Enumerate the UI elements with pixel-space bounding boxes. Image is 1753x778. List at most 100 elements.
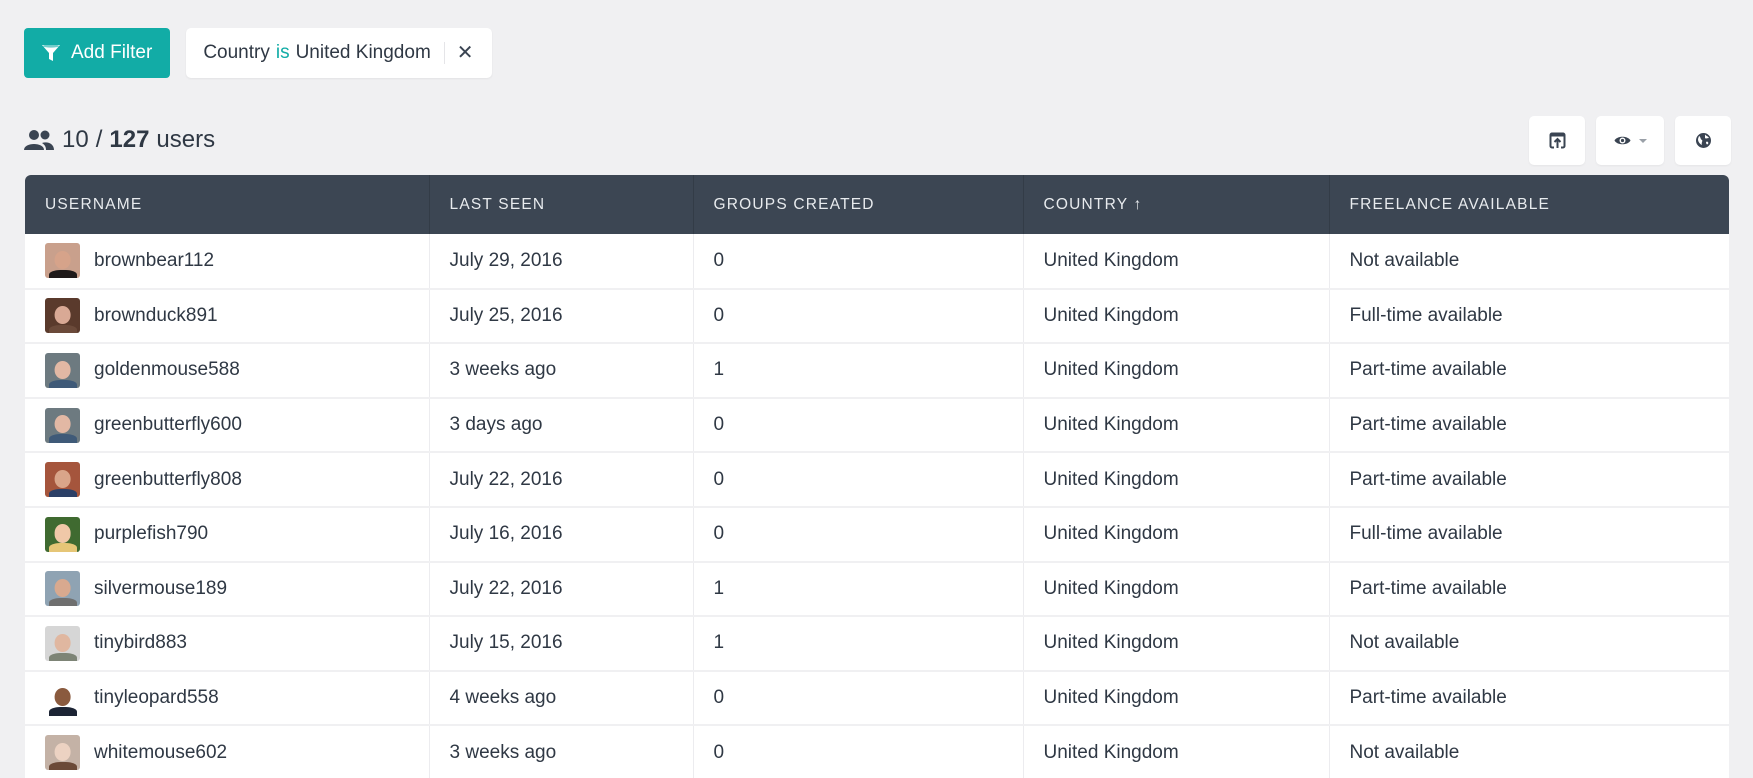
- column-header-last-seen[interactable]: LAST SEEN: [429, 175, 694, 234]
- avatar[interactable]: [45, 571, 80, 607]
- freelance-cell: Not available: [1329, 616, 1729, 672]
- freelance-cell: Part-time available: [1329, 561, 1729, 618]
- last-seen-cell: July 25, 2016: [429, 288, 694, 345]
- country-cell: United Kingdom: [1023, 670, 1330, 727]
- avatar[interactable]: [45, 625, 80, 661]
- filter-toolbar: Add Filter Country is United Kingdom ✕: [24, 28, 492, 78]
- count-separator: /: [95, 126, 103, 153]
- username[interactable]: whitemouse602: [94, 742, 227, 764]
- groups-created-cell: 0: [693, 234, 1024, 290]
- groups-created-cell: 0: [693, 452, 1024, 508]
- freelance-cell: Part-time available: [1329, 397, 1729, 454]
- groups-created-cell: 0: [693, 506, 1024, 563]
- add-filter-button[interactable]: Add Filter: [24, 28, 171, 78]
- username[interactable]: greenbutterfly808: [94, 469, 242, 491]
- country-cell: United Kingdom: [1023, 343, 1330, 399]
- table-row[interactable]: whitemouse602 3 weeks ago 0 United Kingd…: [25, 725, 1729, 778]
- username-cell: tinybird883: [25, 616, 430, 672]
- table-row[interactable]: purplefish790 July 16, 2016 0 United Kin…: [25, 506, 1729, 563]
- chip-divider: [443, 42, 445, 64]
- filter-icon: [42, 44, 60, 61]
- username[interactable]: purplefish790: [94, 523, 208, 545]
- groups-created-cell: 1: [693, 561, 1024, 618]
- username-cell: brownbear112: [25, 234, 430, 290]
- user-count: 10 / 127 users: [24, 126, 215, 154]
- groups-created-cell: 1: [693, 616, 1024, 672]
- shown-count: 10: [62, 126, 89, 153]
- username[interactable]: tinybird883: [94, 632, 187, 654]
- avatar[interactable]: [45, 298, 80, 334]
- remove-filter-close-icon[interactable]: ✕: [457, 43, 474, 63]
- last-seen-cell: 3 weeks ago: [429, 343, 694, 399]
- freelance-cell: Part-time available: [1329, 343, 1729, 399]
- username[interactable]: tinyleopard558: [94, 687, 219, 709]
- table-row[interactable]: goldenmouse588 3 weeks ago 1 United King…: [25, 343, 1729, 399]
- username[interactable]: silvermouse189: [94, 578, 227, 600]
- count-unit: users: [156, 126, 216, 153]
- groups-created-cell: 0: [693, 725, 1024, 778]
- avatar[interactable]: [45, 407, 80, 443]
- table-row[interactable]: tinybird883 July 15, 2016 1 United Kingd…: [25, 616, 1729, 672]
- username-cell: whitemouse602: [25, 725, 430, 778]
- add-filter-label: Add Filter: [71, 42, 153, 63]
- table-row[interactable]: brownduck891 July 25, 2016 0 United King…: [25, 288, 1729, 345]
- last-seen-cell: July 22, 2016: [429, 452, 694, 508]
- country-cell: United Kingdom: [1023, 452, 1330, 508]
- freelance-cell: Part-time available: [1329, 670, 1729, 727]
- avatar[interactable]: [45, 680, 80, 716]
- last-seen-cell: 4 weeks ago: [429, 670, 694, 727]
- table-actions: [1529, 116, 1731, 165]
- country-cell: United Kingdom: [1023, 725, 1330, 778]
- country-cell: United Kingdom: [1023, 288, 1330, 345]
- table-header-row: USERNAME LAST SEEN GROUPS CREATED COUNTR…: [25, 175, 1729, 234]
- table-row[interactable]: greenbutterfly600 3 days ago 0 United Ki…: [25, 397, 1729, 454]
- last-seen-cell: 3 weeks ago: [429, 725, 694, 778]
- globe-button[interactable]: [1675, 116, 1731, 165]
- username-cell: purplefish790: [25, 506, 430, 563]
- chevron-down-icon: [1638, 138, 1647, 143]
- freelance-cell: Full-time available: [1329, 506, 1729, 563]
- groups-created-cell: 0: [693, 670, 1024, 727]
- users-table: USERNAME LAST SEEN GROUPS CREATED COUNTR…: [25, 175, 1729, 778]
- username[interactable]: brownduck891: [94, 305, 218, 327]
- table-row[interactable]: greenbutterfly808 July 22, 2016 0 United…: [25, 452, 1729, 508]
- last-seen-cell: July 29, 2016: [429, 234, 694, 290]
- visibility-dropdown-button[interactable]: [1596, 116, 1664, 165]
- filter-operator: is: [275, 42, 290, 63]
- username[interactable]: brownbear112: [94, 250, 214, 272]
- last-seen-cell: 3 days ago: [429, 397, 694, 454]
- avatar[interactable]: [45, 243, 80, 279]
- freelance-cell: Full-time available: [1329, 288, 1729, 345]
- freelance-cell: Part-time available: [1329, 452, 1729, 508]
- username-cell: tinyleopard558: [25, 670, 430, 727]
- table-row[interactable]: brownbear112 July 29, 2016 0 United King…: [25, 234, 1729, 290]
- avatar[interactable]: [45, 462, 80, 498]
- freelance-cell: Not available: [1329, 725, 1729, 778]
- last-seen-cell: July 15, 2016: [429, 616, 694, 672]
- username-cell: silvermouse189: [25, 561, 430, 618]
- username[interactable]: goldenmouse588: [94, 359, 240, 381]
- avatar[interactable]: [45, 516, 80, 552]
- table-row[interactable]: silvermouse189 July 22, 2016 1 United Ki…: [25, 561, 1729, 618]
- filter-chip[interactable]: Country is United Kingdom ✕: [186, 28, 492, 78]
- freelance-cell: Not available: [1329, 234, 1729, 290]
- last-seen-cell: July 16, 2016: [429, 506, 694, 563]
- username-cell: greenbutterfly600: [25, 397, 430, 454]
- country-cell: United Kingdom: [1023, 234, 1330, 290]
- column-header-freelance-available[interactable]: FREELANCE AVAILABLE: [1329, 175, 1729, 234]
- eye-icon: [1614, 136, 1630, 145]
- country-cell: United Kingdom: [1023, 397, 1330, 454]
- total-count: 127: [109, 126, 150, 153]
- avatar[interactable]: [45, 735, 80, 771]
- column-header-country[interactable]: COUNTRY ↑: [1023, 175, 1330, 234]
- filter-field: Country: [203, 42, 270, 63]
- table-row[interactable]: tinyleopard558 4 weeks ago 0 United King…: [25, 670, 1729, 727]
- username[interactable]: greenbutterfly600: [94, 414, 242, 436]
- column-header-groups-created[interactable]: GROUPS CREATED: [693, 175, 1024, 234]
- column-header-username[interactable]: USERNAME: [25, 175, 430, 234]
- export-button[interactable]: [1529, 116, 1585, 165]
- avatar[interactable]: [45, 352, 80, 388]
- country-cell: United Kingdom: [1023, 561, 1330, 618]
- country-cell: United Kingdom: [1023, 616, 1330, 672]
- groups-created-cell: 0: [693, 397, 1024, 454]
